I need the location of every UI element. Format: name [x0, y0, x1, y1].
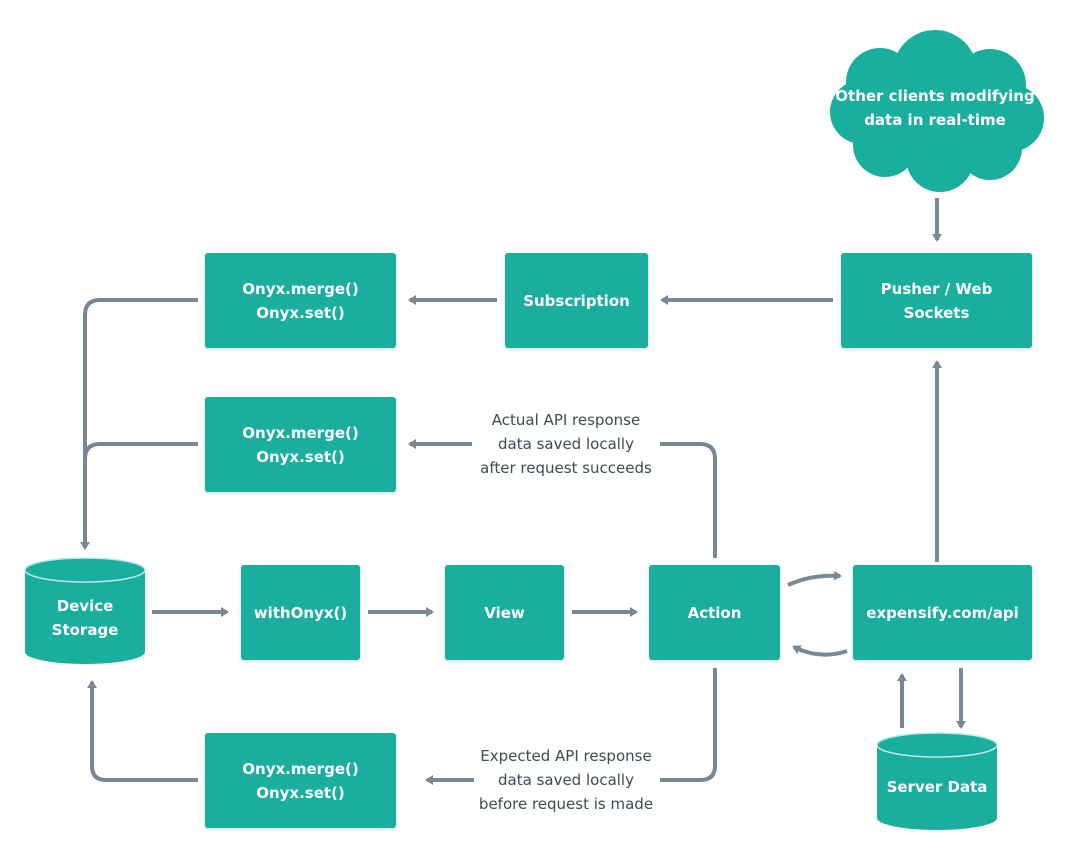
- caption-actual-response: Actual API response data saved locally a…: [480, 411, 652, 477]
- server-data-label: Server Data: [877, 772, 997, 802]
- onyx-bottom-node: Onyx.merge() Onyx.set(): [205, 733, 396, 828]
- caption-expected-response: Expected API response data saved locally…: [478, 747, 654, 813]
- api-node: expensify.com/api: [853, 565, 1032, 660]
- onyx-top-node: Onyx.merge() Onyx.set(): [205, 253, 396, 348]
- edge-action-to-onyx-bottom: [660, 668, 717, 782]
- pusher-label: Pusher / Web Sockets: [880, 279, 993, 322]
- device-storage-label: Device Storage: [25, 590, 145, 646]
- device-storage-label-text: Device Storage: [51, 597, 119, 639]
- subscription-node: Subscription: [505, 253, 648, 348]
- onyx-mid-node: Onyx.merge() Onyx.set(): [205, 397, 396, 492]
- edge-action-to-api: [787, 570, 842, 587]
- pusher-websockets-node: Pusher / Web Sockets: [841, 253, 1032, 348]
- cloud-label: Other clients modifying data in real-tim…: [835, 80, 1035, 136]
- withonyx-label: withOnyx(): [253, 603, 348, 622]
- view-node: View: [445, 565, 564, 660]
- cloud-label-text: Other clients modifying data in real-tim…: [835, 87, 1035, 129]
- withonyx-node: withOnyx(): [241, 565, 360, 660]
- action-label: Action: [687, 603, 742, 622]
- server-data-label-text: Server Data: [886, 778, 988, 796]
- edge-onyx-mid-to-storage: [83, 442, 198, 460]
- view-label: View: [484, 603, 525, 622]
- edge-api-to-action: [792, 645, 848, 657]
- api-label: expensify.com/api: [866, 603, 1019, 622]
- action-node: Action: [649, 565, 780, 660]
- onyx-mid-label: Onyx.merge() Onyx.set(): [242, 423, 359, 466]
- onyx-bottom-label: Onyx.merge() Onyx.set(): [242, 759, 359, 802]
- edge-onyx-bottom-to-storage: [87, 680, 198, 782]
- edge-onyx-top-to-storage: [80, 298, 198, 550]
- onyx-top-label: Onyx.merge() Onyx.set(): [242, 279, 359, 322]
- edge-action-to-onyx-mid: [660, 442, 717, 558]
- subscription-label: Subscription: [523, 291, 630, 310]
